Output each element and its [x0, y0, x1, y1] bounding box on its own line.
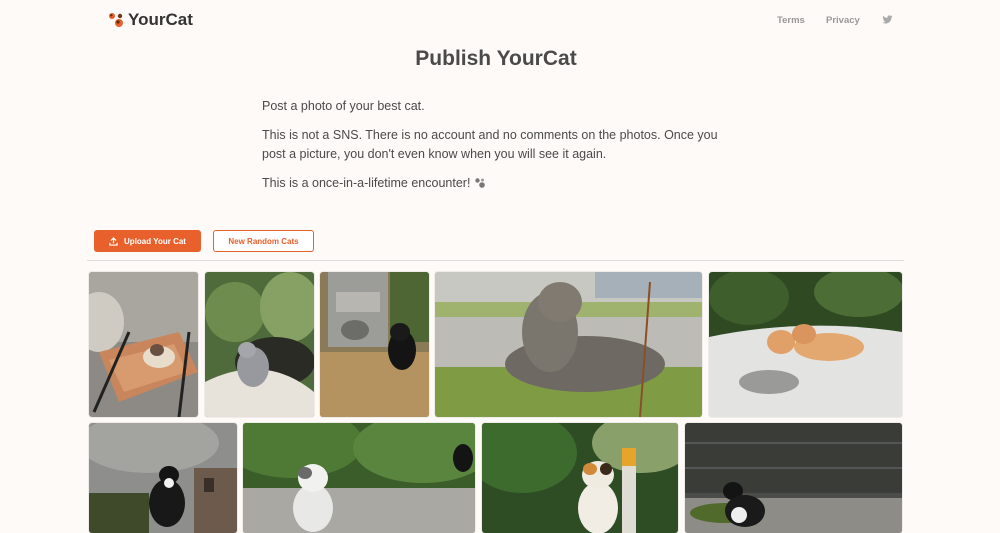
nav-terms-link[interactable]: Terms [777, 15, 805, 26]
cat-photo[interactable] [205, 272, 314, 417]
cat-photo[interactable] [89, 272, 198, 417]
cat-photo[interactable] [243, 423, 475, 533]
random-label: New Random Cats [228, 236, 299, 246]
nav-privacy-link[interactable]: Privacy [826, 15, 860, 26]
cat-photo[interactable] [709, 272, 902, 417]
paw-icon [475, 178, 486, 188]
cat-photo[interactable] [89, 423, 237, 533]
intro-text: Post a photo of your best cat. This is n… [262, 97, 742, 203]
cat-photo[interactable] [435, 272, 702, 417]
upload-label: Upload Your Cat [124, 236, 186, 246]
paw-icon [109, 13, 123, 27]
new-random-cats-button[interactable]: New Random Cats [213, 230, 314, 252]
twitter-icon[interactable] [882, 14, 893, 25]
header: YourCat Terms Privacy [0, 0, 1000, 40]
divider [87, 260, 904, 261]
cat-photo[interactable] [685, 423, 902, 533]
intro-paragraph-text: This is a once-in-a-lifetime encounter! [262, 176, 471, 190]
intro-paragraph: This is not a SNS. There is no account a… [262, 128, 718, 161]
page-title: Publish YourCat [415, 47, 577, 70]
upload-your-cat-button[interactable]: Upload Your Cat [94, 230, 201, 252]
brand-logo[interactable]: YourCat [107, 10, 193, 30]
brand-name: YourCat [128, 10, 193, 29]
intro-paragraph-last: This is a once-in-a-lifetime encounter! [262, 174, 742, 193]
cat-photo[interactable] [482, 423, 678, 533]
cat-photo[interactable] [320, 272, 429, 417]
upload-icon [109, 236, 118, 246]
intro-paragraph: Post a photo of your best cat. [262, 99, 425, 113]
